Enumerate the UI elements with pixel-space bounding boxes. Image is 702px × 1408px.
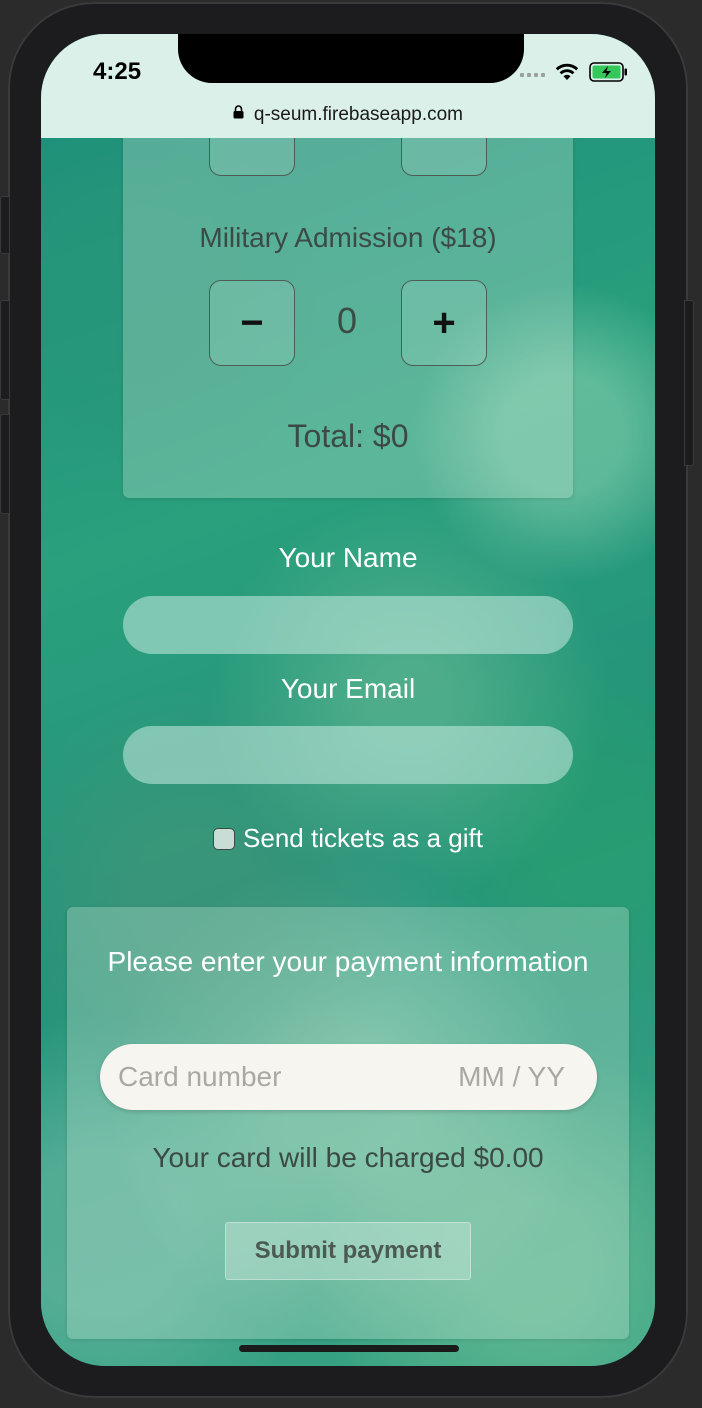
submit-payment-button[interactable]: Submit payment	[225, 1222, 471, 1280]
power-button	[684, 300, 694, 466]
lock-icon	[233, 105, 248, 122]
volume-down-button	[0, 414, 10, 514]
home-indicator[interactable]	[239, 1345, 459, 1352]
battery-charging-icon	[589, 62, 629, 87]
volume-up-button	[0, 300, 10, 400]
ticket-total: Total: $0	[287, 418, 409, 454]
military-admission-label: Military Admission ($18)	[199, 222, 497, 253]
screen: Military Admission ($18) − 0 + Total: $0…	[41, 34, 655, 1366]
gift-option[interactable]: Send tickets as a gift	[41, 823, 655, 854]
gift-label: Send tickets as a gift	[243, 823, 483, 853]
charge-amount-text: Your card will be charged $0.00	[152, 1142, 544, 1173]
card-number-input[interactable]: Card number	[118, 1061, 281, 1093]
status-bar: 4:25 q-seum.firebaseapp.com	[41, 34, 655, 138]
address-bar[interactable]: q-seum.firebaseapp.com	[41, 104, 655, 126]
military-count: 0	[336, 300, 358, 341]
url-text: q-seum.firebaseapp.com	[253, 104, 463, 125]
status-time: 4:25	[93, 58, 142, 85]
payment-heading: Please enter your payment information	[107, 946, 589, 977]
military-increment-button[interactable]: +	[401, 280, 487, 366]
military-decrement-button[interactable]: −	[209, 280, 295, 366]
status-icons	[520, 62, 629, 87]
name-label: Your Name	[278, 542, 418, 573]
mute-switch	[0, 196, 10, 254]
notch	[178, 34, 524, 83]
gift-checkbox[interactable]	[213, 827, 236, 850]
signal-icon	[520, 72, 545, 77]
wifi-icon	[555, 63, 579, 86]
name-input[interactable]	[123, 596, 573, 654]
page-content: Military Admission ($18) − 0 + Total: $0…	[41, 34, 655, 1366]
email-input[interactable]	[123, 726, 573, 784]
card-details-field[interactable]: Card number MM / YY	[100, 1044, 597, 1110]
expiry-input[interactable]: MM / YY	[458, 1061, 565, 1093]
email-label: Your Email	[280, 673, 416, 704]
